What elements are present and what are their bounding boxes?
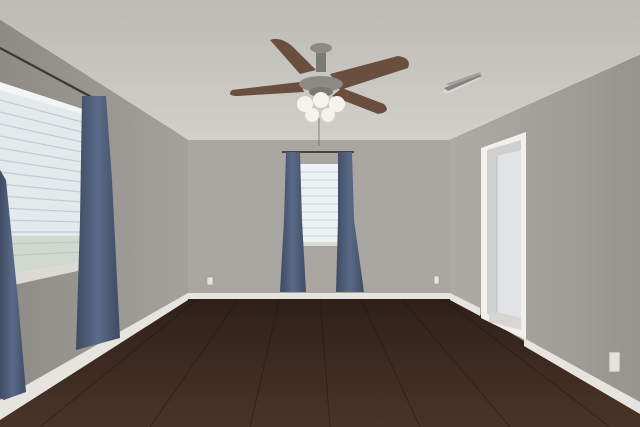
baseboard-back <box>188 293 450 299</box>
power-outlet-icon <box>433 275 440 285</box>
power-outlet-icon <box>206 276 214 286</box>
bedroom-photo <box>0 0 640 427</box>
power-outlet-icon <box>608 351 621 373</box>
doorway <box>481 132 526 340</box>
room-illustration <box>0 0 640 427</box>
back-window <box>296 164 342 246</box>
